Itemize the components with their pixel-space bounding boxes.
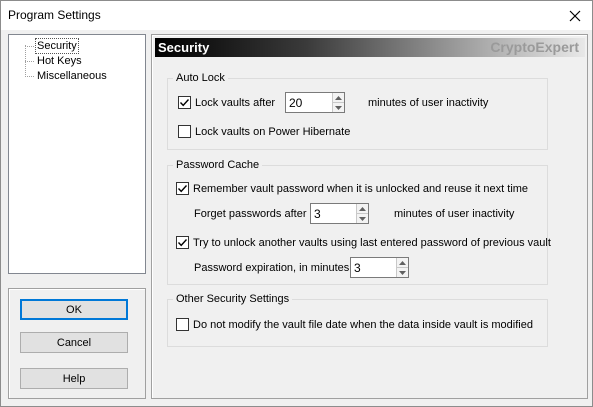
ok-button[interactable]: OK: [20, 299, 128, 320]
arrow-down-icon: [359, 216, 367, 221]
stepper-up-button[interactable]: [333, 93, 344, 103]
stepper-down-button[interactable]: [333, 103, 344, 112]
tree-branch-line: [25, 75, 34, 77]
checkbox-box: [176, 182, 189, 195]
try-unlock-checkbox[interactable]: Try to unlock another vaults using last …: [176, 236, 551, 249]
stepper-buttons: [356, 204, 368, 223]
checkbox-box: [176, 318, 189, 331]
close-icon: [569, 10, 581, 21]
settings-tree: Security Hot Keys Miscellaneous: [8, 34, 146, 274]
lock-after-stepper[interactable]: [285, 92, 345, 113]
stepper-down-button[interactable]: [357, 214, 368, 223]
section-title: Security: [158, 40, 210, 55]
tree-item-security[interactable]: Security: [25, 38, 79, 54]
hibernate-label: Lock vaults on Power Hibernate: [195, 125, 351, 138]
other-security-group-title: Other Security Settings: [173, 293, 293, 305]
arrow-up-icon: [399, 260, 407, 265]
auto-lock-group-title: Auto Lock: [173, 72, 228, 84]
forget-after-stepper[interactable]: [310, 203, 369, 224]
checkmark-icon: [177, 239, 188, 247]
brand-label: CryptoExpert: [490, 39, 579, 55]
tree-item-label: Security: [35, 38, 79, 54]
hibernate-checkbox[interactable]: Lock vaults on Power Hibernate: [178, 125, 350, 138]
stepper-buttons: [396, 258, 408, 277]
auto-lock-group: [167, 78, 548, 150]
dialog-buttons-panel: OK Cancel Help: [8, 288, 146, 399]
arrow-up-icon: [335, 95, 343, 100]
no-modify-date-label: Do not modify the vault file date when t…: [193, 318, 533, 331]
checkbox-box: [178, 96, 191, 109]
cancel-button[interactable]: Cancel: [20, 332, 128, 353]
lock-after-suffix: minutes of user inactivity: [368, 97, 489, 109]
arrow-down-icon: [399, 270, 407, 275]
tree-branch-line: [25, 45, 34, 47]
close-button[interactable]: [558, 1, 592, 30]
window-title: Program Settings: [8, 8, 101, 22]
arrow-down-icon: [335, 105, 343, 110]
stepper-up-button[interactable]: [357, 204, 368, 214]
tree-item-miscellaneous[interactable]: Miscellaneous: [25, 69, 109, 83]
lock-after-checkbox[interactable]: Lock vaults after: [178, 96, 275, 109]
checkmark-icon: [179, 99, 190, 107]
tree-item-label: Miscellaneous: [37, 70, 107, 82]
section-header: Security CryptoExpert: [155, 38, 585, 57]
forget-after-input[interactable]: [311, 204, 357, 223]
lock-after-label: Lock vaults after: [195, 96, 276, 109]
checkbox-box: [178, 125, 191, 138]
stepper-down-button[interactable]: [397, 268, 408, 277]
stepper-up-button[interactable]: [397, 258, 408, 268]
program-settings-window: Program Settings Security Hot Keys Misce…: [0, 0, 593, 407]
expiration-stepper[interactable]: [350, 257, 409, 278]
help-button[interactable]: Help: [20, 368, 128, 389]
arrow-up-icon: [359, 206, 367, 211]
checkbox-box: [176, 236, 189, 249]
try-unlock-label: Try to unlock another vaults using last …: [193, 236, 551, 249]
tree-item-label: Hot Keys: [37, 55, 82, 67]
forget-after-suffix: minutes of user inactivity: [394, 208, 515, 220]
expiration-label: Password expiration, in minutes:: [194, 262, 353, 274]
lock-after-input[interactable]: [286, 93, 333, 112]
password-cache-group-title: Password Cache: [173, 159, 263, 171]
no-modify-date-checkbox[interactable]: Do not modify the vault file date when t…: [176, 318, 533, 331]
title-bar[interactable]: Program Settings: [1, 1, 592, 30]
remember-password-label: Remember vault password when it is unloc…: [193, 182, 529, 195]
forget-after-label: Forget passwords after: [194, 208, 307, 220]
security-settings-panel: Security CryptoExpert Auto Lock Lock vau…: [151, 34, 588, 399]
expiration-input[interactable]: [351, 258, 397, 277]
tree-item-hot-keys[interactable]: Hot Keys: [25, 54, 84, 68]
stepper-buttons: [332, 93, 344, 112]
remember-password-checkbox[interactable]: Remember vault password when it is unloc…: [176, 182, 528, 195]
tree-branch-line: [25, 60, 34, 62]
checkmark-icon: [177, 185, 188, 193]
